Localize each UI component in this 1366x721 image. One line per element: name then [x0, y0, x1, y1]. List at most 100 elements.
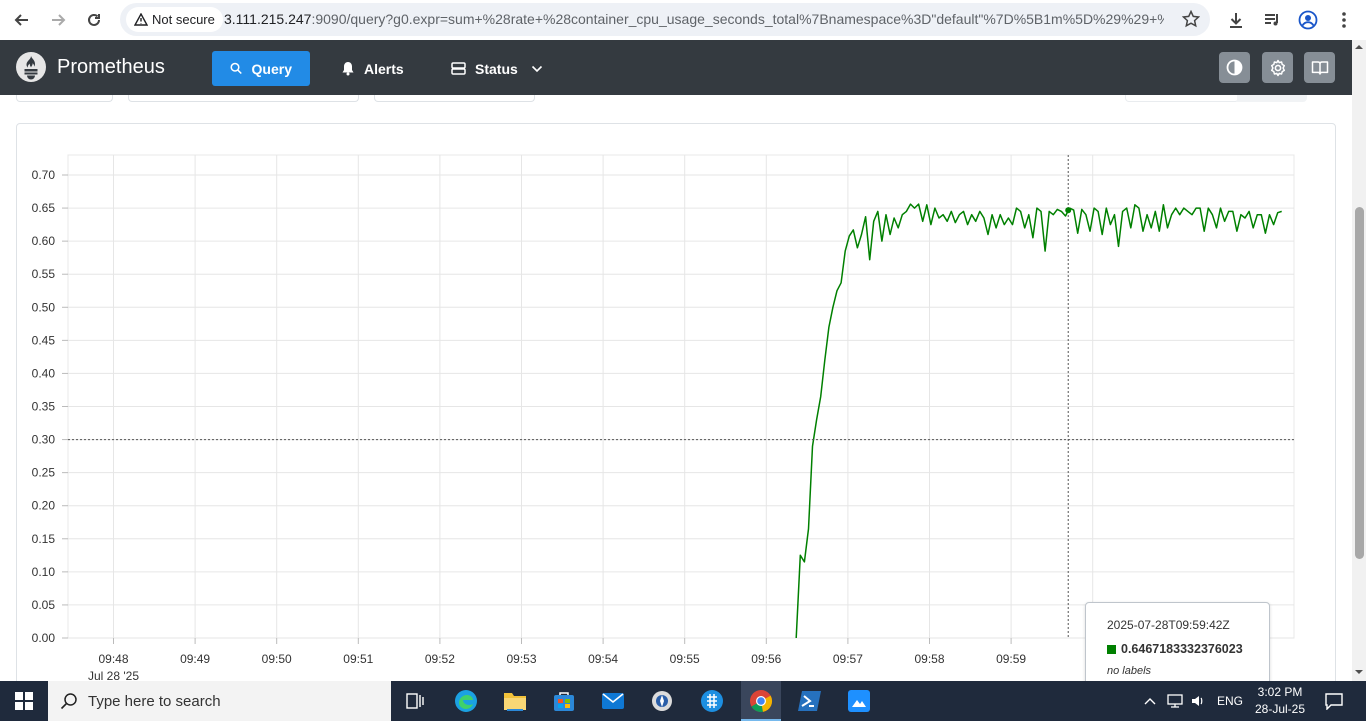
x-tick-label: 09:55	[670, 652, 700, 666]
back-icon[interactable]	[8, 6, 36, 34]
x-tick-label: 09:50	[262, 652, 292, 666]
powershell-icon[interactable]	[794, 685, 826, 717]
y-tick-label: 0.30	[32, 433, 56, 447]
warning-icon	[134, 13, 148, 26]
y-tick-label: 0.25	[32, 466, 56, 480]
address-bar[interactable]: Not secure 3.111.215.247:9090/query?g0.e…	[120, 3, 1210, 36]
nav-alerts-button[interactable]: Alerts	[323, 51, 422, 86]
tooltip-labels: no labels	[1107, 665, 1152, 677]
y-tick-label: 0.45	[32, 333, 56, 347]
scroll-up-icon[interactable]	[1352, 42, 1366, 52]
store-icon[interactable]	[548, 685, 580, 717]
hover-point	[1065, 207, 1072, 214]
menu-icon[interactable]	[1330, 6, 1358, 34]
y-tick-label: 0.05	[32, 598, 56, 612]
series-line	[795, 203, 1282, 639]
file-explorer-icon[interactable]	[499, 685, 531, 717]
download-icon[interactable]	[1222, 6, 1250, 34]
security-chip[interactable]: Not secure	[126, 7, 223, 32]
server-icon	[451, 62, 466, 75]
app-icon[interactable]	[843, 685, 875, 717]
time-series-chart[interactable]: 0.00 0.05 0.10 0.15 0.20 0.25 0.30 0.35 0.40 0.45…	[0, 95, 1352, 681]
clock-time: 3:02 PM	[1257, 685, 1303, 699]
y-tick-label: 0.70	[32, 168, 56, 182]
taskbar-search-input[interactable]: Type here to search	[48, 681, 391, 721]
chart-axes: 0.00 0.05 0.10 0.15 0.20 0.25 0.30 0.35 0.40 0.45…	[32, 168, 1097, 681]
page-scrollbar[interactable]	[1352, 40, 1366, 681]
star-icon[interactable]	[1181, 9, 1201, 33]
x-tick-label: 09:53	[506, 652, 536, 666]
task-view-icon[interactable]	[399, 685, 431, 717]
y-tick-label: 0.65	[32, 201, 56, 215]
y-tick-label: 0.55	[32, 267, 56, 281]
language-indicator[interactable]: ENG	[1217, 694, 1243, 708]
plot-frame	[67, 154, 1295, 639]
theme-toggle-button[interactable]	[1219, 52, 1250, 83]
y-tick-label: 0.50	[32, 300, 56, 314]
search-icon	[230, 62, 242, 75]
url-text[interactable]: 3.111.215.247:9090/query?g0.expr=sum+%28…	[224, 11, 1164, 27]
windows-taskbar: Type here to search ENG 3:02 PM 28-Jul-2…	[0, 681, 1366, 721]
chevron-up-icon[interactable]	[1143, 696, 1157, 706]
x-tick-label: 09:51	[343, 652, 373, 666]
x-tick-label: 09:48	[98, 652, 128, 666]
bell-icon	[342, 62, 354, 76]
windows-start-icon[interactable]	[8, 685, 40, 717]
network-icon[interactable]	[1166, 693, 1184, 709]
tooltip-value: 0.6467183332376023	[1121, 642, 1243, 656]
contrast-icon	[1226, 59, 1243, 76]
brand[interactable]: Prometheus	[16, 52, 165, 82]
y-tick-label: 0.10	[32, 565, 56, 579]
app-icon[interactable]	[696, 685, 728, 717]
nav-alerts-label: Alerts	[364, 60, 404, 77]
nav-status-dropdown[interactable]: Status	[433, 51, 561, 86]
clock[interactable]: 3:02 PM 28-Jul-25	[1252, 684, 1308, 718]
profile-icon[interactable]	[1294, 6, 1322, 34]
scroll-thumb[interactable]	[1355, 207, 1364, 559]
x-date-label: Jul 28 '25	[88, 669, 139, 681]
x-tick-label: 09:57	[833, 652, 863, 666]
chrome-icon[interactable]	[741, 681, 781, 721]
search-placeholder: Type here to search	[88, 692, 221, 710]
mail-icon[interactable]	[597, 685, 629, 717]
system-tray: ENG	[1143, 681, 1243, 721]
forward-icon[interactable]	[44, 6, 72, 34]
nav-query-button[interactable]: Query	[212, 51, 310, 86]
app-icon[interactable]	[646, 685, 678, 717]
volume-icon[interactable]	[1190, 693, 1206, 709]
x-tick-label: 09:59	[996, 652, 1026, 666]
x-tick-label: 09:52	[425, 652, 455, 666]
docs-button[interactable]	[1304, 52, 1335, 83]
x-tick-label: 09:49	[180, 652, 210, 666]
url-host: 3.111.215.247	[224, 11, 312, 27]
y-tick-label: 0.20	[32, 499, 56, 513]
tooltip-timestamp: 2025-07-28T09:59:42Z	[1107, 618, 1230, 632]
notification-icon[interactable]	[1318, 685, 1350, 717]
x-tick-label: 09:58	[914, 652, 944, 666]
scroll-down-icon[interactable]	[1352, 667, 1366, 677]
browser-toolbar: Not secure 3.111.215.247:9090/query?g0.e…	[0, 0, 1366, 41]
clock-date: 28-Jul-25	[1254, 702, 1306, 716]
edge-icon[interactable]	[450, 685, 482, 717]
y-tick-label: 0.40	[32, 366, 56, 380]
book-icon	[1311, 60, 1328, 75]
y-tick-label: 0.15	[32, 532, 56, 546]
tooltip-value-row: 0.6467183332376023	[1107, 642, 1243, 656]
y-tick-label: 0.35	[32, 400, 56, 414]
prometheus-logo-icon	[16, 52, 46, 82]
x-tick-label: 09:54	[588, 652, 618, 666]
chart-tooltip: 2025-07-28T09:59:42Z 0.6467183332376023 …	[1085, 602, 1270, 688]
chart-grid	[67, 154, 1295, 639]
x-tick-label: 09:56	[751, 652, 781, 666]
not-secure-label: Not secure	[152, 12, 215, 27]
reload-icon[interactable]	[80, 6, 108, 34]
gear-icon	[1270, 59, 1285, 76]
nav-status-label: Status	[475, 60, 518, 77]
media-icon[interactable]	[1258, 6, 1286, 34]
brand-label: Prometheus	[57, 55, 165, 78]
series-swatch	[1107, 644, 1116, 654]
prometheus-navbar: Prometheus Query Alerts Status	[0, 40, 1352, 95]
chart-hover	[68, 155, 1294, 638]
settings-button[interactable]	[1262, 52, 1293, 83]
chevron-down-icon	[531, 65, 542, 72]
